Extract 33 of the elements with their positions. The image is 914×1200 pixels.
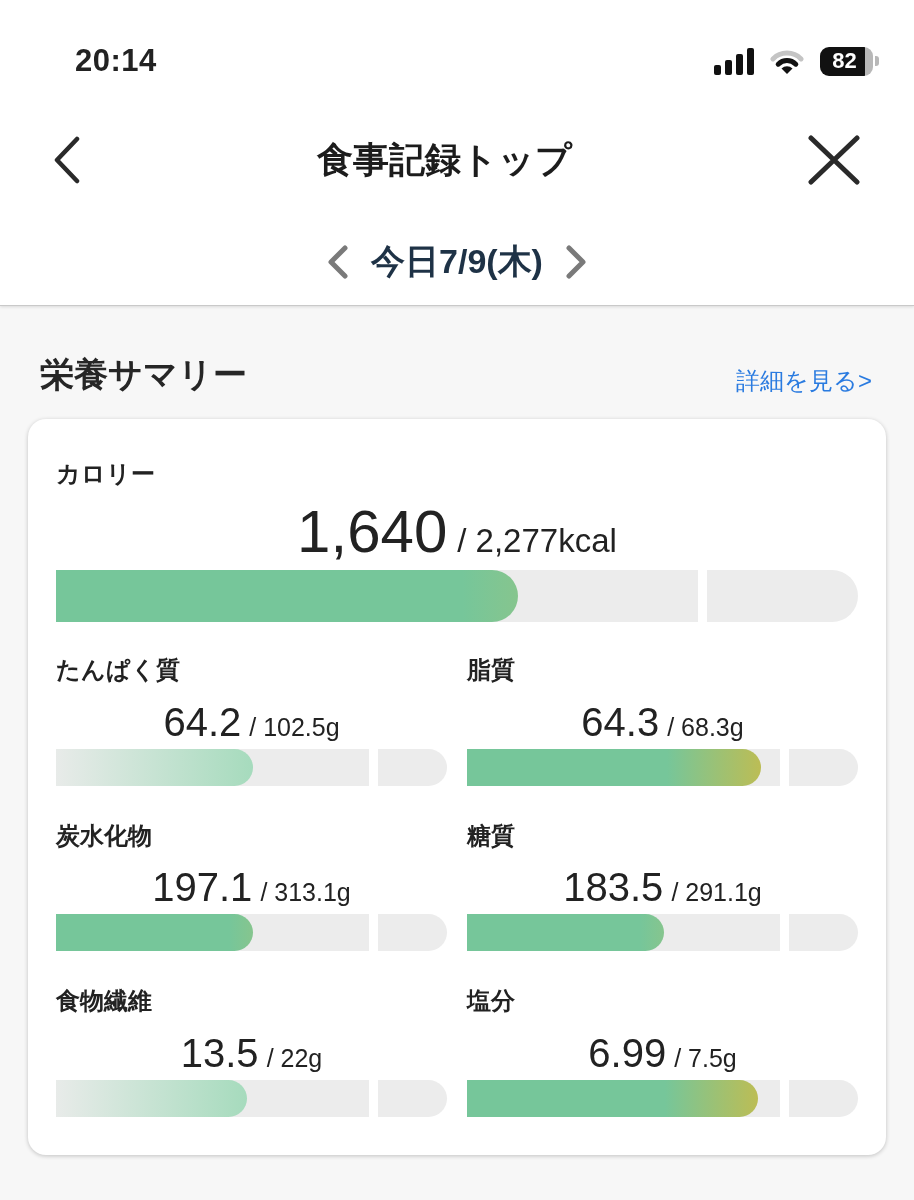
screen-title: 食事記録トップ — [317, 137, 572, 182]
nutrient-label: 糖質 — [467, 821, 515, 851]
nutrient-value: 197.1 — [152, 867, 253, 908]
nutrient-target: / 7.5g — [674, 1044, 737, 1074]
section-title: 栄養サマリー — [40, 354, 247, 395]
back-chevron-icon[interactable] — [53, 136, 81, 184]
nutrient-label: 炭水化物 — [56, 821, 152, 851]
nutrient-value: 183.5 — [563, 867, 664, 908]
nutrient-value: 64.3 — [581, 701, 660, 742]
next-day-icon[interactable] — [564, 244, 587, 279]
nutrient-label: 食物繊維 — [56, 987, 152, 1017]
nutrient-label: 脂質 — [467, 655, 515, 685]
details-link[interactable]: 詳細を見る> — [736, 353, 872, 397]
signal-icon — [714, 47, 754, 75]
nutrient-label: たんぱく質 — [56, 655, 180, 685]
nutrient-value: 64.2 — [163, 701, 242, 742]
nutrient-target: / 68.3g — [667, 712, 744, 742]
battery-tip-icon — [875, 56, 879, 66]
status-time: 20:14 — [75, 43, 157, 79]
nutrient-value: 6.99 — [588, 1033, 667, 1074]
battery-indicator: 82 — [820, 46, 873, 76]
nutrient-label: 塩分 — [467, 987, 515, 1017]
calorie-label: カロリー — [56, 460, 155, 489]
nutrient-value: 13.5 — [180, 1033, 259, 1074]
nutrient-target: / 291.1g — [671, 878, 762, 908]
close-icon[interactable] — [808, 135, 860, 185]
previous-day-icon[interactable] — [327, 244, 350, 279]
calorie-value: 1,640 — [297, 501, 448, 562]
calorie-target: / 2,277kcal — [457, 521, 617, 560]
nutrient-target: / 313.1g — [260, 878, 351, 908]
nutrient-target: / 22g — [266, 1044, 323, 1074]
current-date: 今日7/9(木) — [371, 240, 543, 282]
nutrient-target: / 102.5g — [249, 712, 340, 742]
